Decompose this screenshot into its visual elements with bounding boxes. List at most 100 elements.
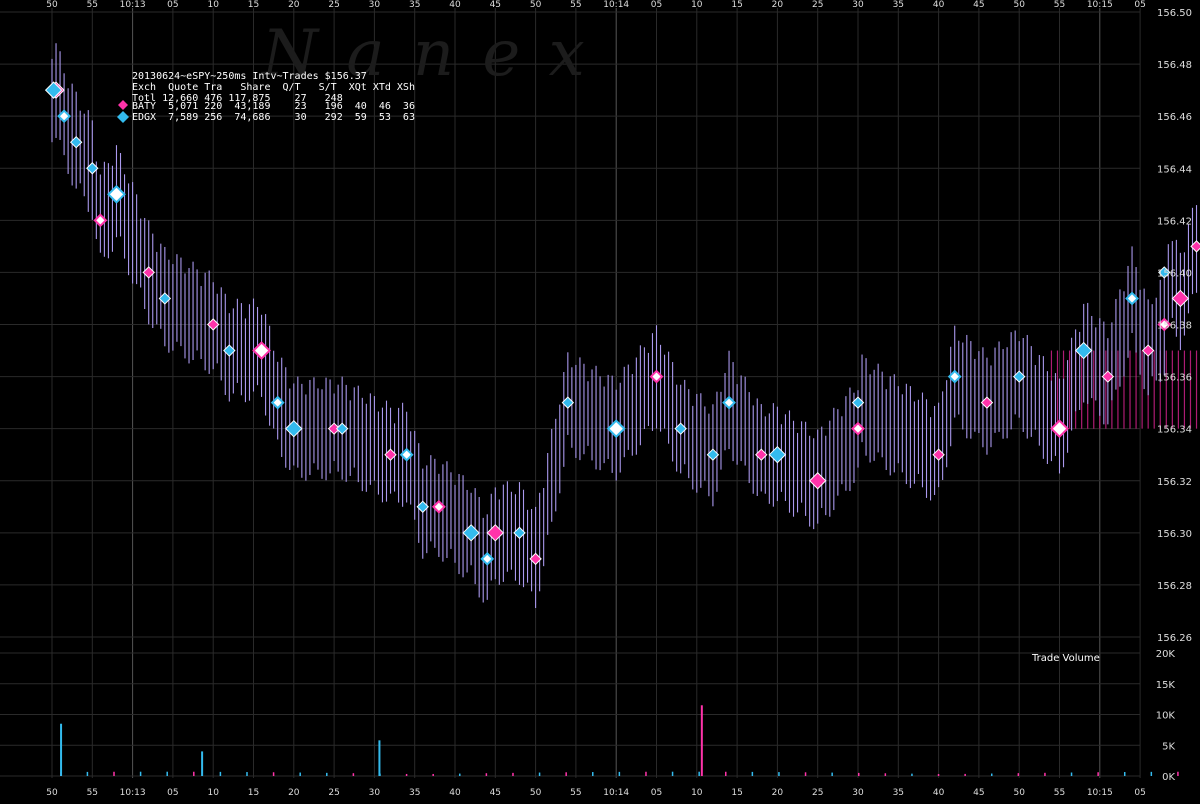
x-tick-label-bottom: 05	[167, 788, 178, 798]
price-tick-label: 156.34	[1157, 425, 1192, 436]
x-tick-label-bottom: 25	[812, 788, 823, 798]
volume-bar-small	[911, 773, 913, 776]
x-tick-label-bottom: 40	[933, 788, 945, 798]
x-tick-label-top: 10	[691, 0, 703, 10]
x-tick-label-bottom: 30	[852, 788, 864, 798]
volume-bar-small	[459, 773, 461, 776]
volume-bar-small	[804, 772, 807, 776]
volume-bar-small	[645, 771, 647, 776]
x-tick-label-top: 15	[731, 0, 742, 10]
x-tick-label-bottom: 10	[691, 788, 703, 798]
volume-bar-small	[272, 772, 275, 776]
price-tick-label: 156.48	[1157, 60, 1192, 71]
x-tick-label-top: 35	[893, 0, 904, 10]
x-tick-label-bottom: 15	[731, 788, 742, 798]
x-tick-label-top: 55	[1054, 0, 1065, 10]
x-tick-label-top: 10:15	[1087, 0, 1113, 10]
x-tick-label-bottom: 50	[1013, 788, 1025, 798]
volume-bar-small	[565, 772, 567, 776]
x-tick-label-bottom: 10:14	[603, 788, 629, 798]
x-tick-label-bottom: 45	[973, 788, 984, 798]
x-tick-label-top: 10	[207, 0, 219, 10]
x-tick-label-top: 55	[570, 0, 581, 10]
x-tick-label-top: 10:14	[603, 0, 629, 10]
volume-bar-small	[858, 772, 860, 776]
x-tick-label-bottom: 50	[530, 788, 542, 798]
volume-bar-small	[618, 771, 621, 776]
price-tick-label: 156.30	[1157, 529, 1192, 540]
volume-bar-small	[698, 771, 700, 776]
x-tick-label-bottom: 10	[207, 788, 219, 798]
x-tick-label-top: 05	[1134, 0, 1145, 10]
volume-label: Trade Volume	[1031, 653, 1100, 664]
volume-bar-small	[86, 771, 89, 776]
x-tick-label-top: 55	[87, 0, 98, 10]
volume-bar-small	[166, 771, 168, 776]
legend-row-edgx: EDGX 7,589 256 74,686 30 292 59 53 63	[132, 112, 415, 123]
x-tick-label-top: 30	[369, 0, 381, 10]
volume-bar-small	[139, 771, 142, 776]
volume-bar-small	[751, 771, 754, 776]
x-tick-label-bottom: 35	[893, 788, 904, 798]
x-tick-label-top: 25	[812, 0, 823, 10]
price-tick-label: 156.32	[1157, 477, 1192, 488]
nanex-chart: 50 50 55 55 10:13 10:13 05 05 10 10 15 15 20 20 25 25 30…	[0, 0, 1200, 800]
volume-bar-small	[1070, 772, 1073, 776]
price-tick-label: 156.26	[1157, 633, 1192, 644]
volume-bar-small	[1150, 771, 1153, 776]
x-tick-label-bottom: 25	[328, 788, 339, 798]
x-tick-label-bottom: 10:15	[1087, 788, 1113, 798]
x-tick-label-bottom: 35	[409, 788, 420, 798]
volume-bar-small	[725, 771, 727, 776]
volume-bar-small	[884, 773, 887, 776]
x-tick-label-top: 20	[288, 0, 300, 10]
price-tick-label: 156.36	[1157, 373, 1192, 384]
x-tick-label-bottom: 20	[288, 788, 300, 798]
volume-bar-small	[512, 772, 514, 776]
x-tick-label-top: 50	[530, 0, 542, 10]
chart-canvas: 50 50 55 55 10:13 10:13 05 05 10 10 15 15 20 20 25 25 30…	[0, 0, 1200, 800]
x-tick-label-top: 20	[772, 0, 784, 10]
volume-bar-small	[1017, 773, 1020, 776]
x-tick-label-top: 05	[167, 0, 178, 10]
volume-bar-small	[193, 771, 195, 776]
volume-bar	[378, 740, 381, 776]
x-tick-label-bottom: 30	[369, 788, 381, 798]
volume-bar-small	[1123, 772, 1126, 776]
volume-bar-small	[219, 771, 222, 776]
x-tick-label-bottom: 05	[1134, 788, 1145, 798]
volume-bar-small	[671, 771, 674, 776]
x-tick-label-top: 40	[449, 0, 461, 10]
x-tick-label-top: 10:13	[120, 0, 146, 10]
x-tick-label-bottom: 10:13	[120, 788, 146, 798]
price-tick-label: 156.42	[1157, 216, 1192, 227]
volume-bar-small	[592, 772, 594, 776]
volume-bar-small	[778, 772, 780, 776]
x-tick-label-top: 40	[933, 0, 945, 10]
price-tick-label: 156.46	[1157, 112, 1192, 123]
price-tick-label: 156.50	[1157, 8, 1192, 19]
x-tick-label-bottom: 55	[1054, 788, 1065, 798]
volume-tick-label: 15K	[1156, 680, 1176, 691]
volume-bar-small	[326, 772, 328, 776]
volume-bar-small	[405, 773, 408, 776]
volume-tick-label: 10K	[1156, 711, 1176, 722]
x-tick-label-top: 50	[46, 0, 58, 10]
volume-bar	[60, 723, 63, 776]
volume-tick-label: 0K	[1162, 772, 1175, 783]
volume-bar-small	[1177, 771, 1179, 776]
x-tick-label-top: 35	[409, 0, 420, 10]
x-tick-label-bottom: 50	[46, 788, 58, 798]
legend-row-baty: BATY 5,071 220 43,189 23 196 40 46 36	[132, 101, 415, 112]
x-tick-label-bottom: 15	[248, 788, 259, 798]
price-tick-label: 156.28	[1157, 581, 1192, 592]
volume-bar-small	[352, 773, 355, 776]
volume-bar-small	[432, 773, 434, 776]
legend-header: Exch Quote Tra Share Q/T S/T XQt XTd XSh	[132, 82, 415, 93]
x-tick-label-bottom: 55	[87, 788, 98, 798]
price-tick-label: 156.44	[1157, 164, 1192, 175]
volume-bar-small	[1044, 772, 1046, 776]
volume-tick-label: 5K	[1162, 741, 1175, 752]
volume-bar-small	[937, 774, 940, 776]
volume-bar-small	[246, 772, 248, 776]
